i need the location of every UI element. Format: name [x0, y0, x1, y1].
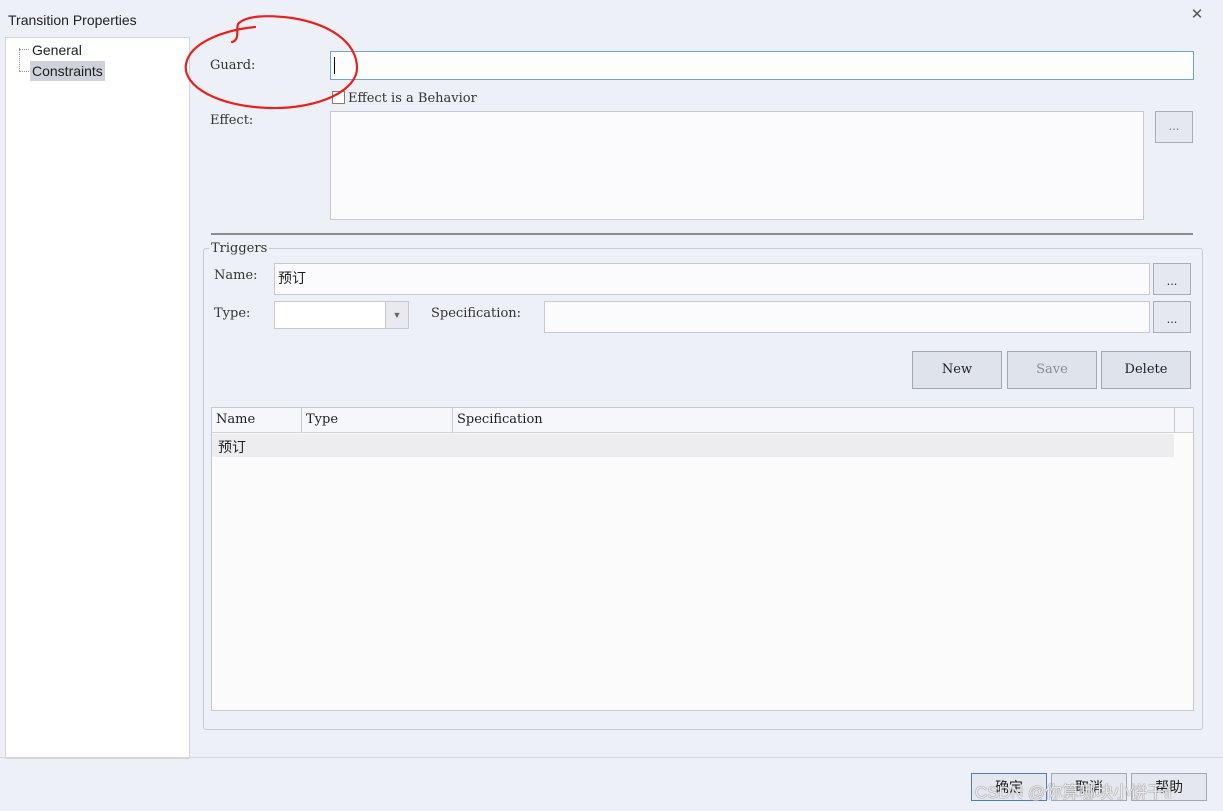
- transition-properties-dialog: Transition Properties ✕ General Constrai…: [0, 0, 1223, 811]
- title-bar: Transition Properties ✕: [0, 0, 1223, 36]
- triggers-table: Name Type Specification 预订: [211, 407, 1194, 711]
- column-header-type[interactable]: Type: [302, 408, 453, 433]
- trigger-name-browse-button[interactable]: ...: [1153, 263, 1191, 295]
- column-header-specification[interactable]: Specification: [453, 408, 1175, 433]
- save-trigger-button[interactable]: Save: [1007, 351, 1097, 389]
- tree-item-general[interactable]: General: [30, 40, 84, 60]
- new-trigger-button[interactable]: New: [912, 351, 1002, 389]
- close-icon[interactable]: ✕: [1186, 4, 1208, 26]
- tree-connector: [19, 48, 20, 71]
- table-header: Name Type Specification: [212, 408, 1193, 433]
- column-header-name[interactable]: Name: [212, 408, 302, 433]
- effect-is-behavior-checkbox[interactable]: [332, 91, 345, 104]
- chevron-down-icon[interactable]: ▼: [385, 302, 408, 328]
- effect-textarea[interactable]: [330, 111, 1144, 220]
- table-row[interactable]: 预订: [212, 434, 1174, 457]
- effect-browse-button[interactable]: ...: [1155, 111, 1193, 143]
- tree-connector: [19, 71, 29, 72]
- effect-label: Effect:: [210, 113, 254, 128]
- trigger-name-input[interactable]: 预订: [274, 263, 1150, 295]
- trigger-specification-input[interactable]: [544, 301, 1150, 333]
- window-title: Transition Properties: [8, 12, 137, 28]
- tree-connector: [19, 49, 29, 50]
- text-caret: [334, 57, 335, 74]
- guard-input[interactable]: [330, 51, 1194, 80]
- separator: [211, 233, 1193, 235]
- tree-item-constraints[interactable]: Constraints: [30, 61, 105, 81]
- trigger-type-label: Type:: [214, 306, 251, 321]
- triggers-legend: Triggers: [209, 241, 270, 256]
- delete-trigger-button[interactable]: Delete: [1101, 351, 1191, 389]
- trigger-specification-browse-button[interactable]: ...: [1153, 301, 1191, 333]
- category-tree: General Constraints: [5, 37, 190, 759]
- footer-separator: [0, 757, 1223, 758]
- trigger-type-select[interactable]: ▼: [274, 301, 409, 329]
- trigger-specification-label: Specification:: [431, 306, 522, 321]
- trigger-name-value: 预订: [278, 270, 306, 286]
- watermark: CSDN @你算哪块小饼干ii: [975, 783, 1172, 802]
- guard-label: Guard:: [210, 58, 256, 73]
- effect-is-behavior-label: Effect is a Behavior: [348, 91, 477, 106]
- trigger-name-label: Name:: [214, 268, 258, 283]
- table-cell-name: 预订: [218, 439, 246, 455]
